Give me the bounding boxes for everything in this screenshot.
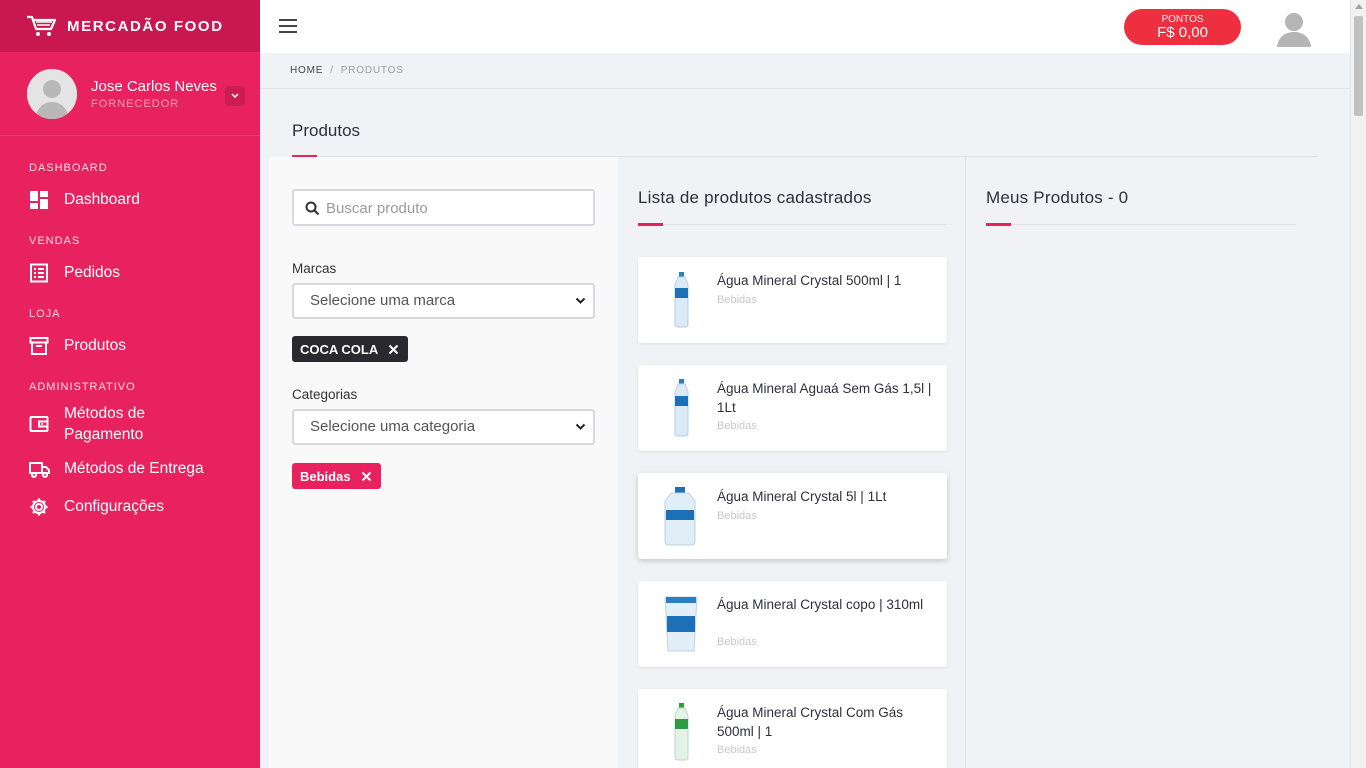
product-card[interactable]: Água Mineral Crystal copo | 310ml Bebida… xyxy=(638,581,947,667)
user-role: FORNECEDOR xyxy=(91,97,180,110)
top-bar: PONTOS F$ 0,00 xyxy=(260,0,1350,53)
orders-icon xyxy=(30,263,48,283)
brand-logo[interactable]: MERCADÃO FOOD xyxy=(0,0,260,52)
brand-filter-chip: COCA COLA xyxy=(292,336,409,362)
chevron-down-icon xyxy=(231,93,239,99)
sidebar: MERCADÃO FOOD Jose Carlos Neves FORNECED… xyxy=(0,0,260,768)
close-icon[interactable] xyxy=(361,471,372,482)
points-label: PONTOS xyxy=(1161,14,1204,25)
product-name: Água Mineral Crystal 5l | 1Lt xyxy=(717,489,887,504)
section-accent xyxy=(638,223,663,226)
sidebar-item-label: Métodos de Entrega xyxy=(64,460,204,477)
filter-panel: Marcas Selecione uma marca COCA COLA Cat… xyxy=(269,157,618,768)
user-name: Jose Carlos Neves xyxy=(91,77,217,95)
dashboard-icon xyxy=(30,191,48,209)
product-card[interactable]: Água Mineral Aguaá Sem Gás 1,5l | 1Lt Be… xyxy=(638,365,947,451)
water-bottle-image xyxy=(674,379,689,437)
sidebar-item-configuracoes[interactable]: Configurações xyxy=(0,488,260,526)
box-icon xyxy=(29,337,49,355)
wallet-icon xyxy=(29,416,49,432)
my-products-title: Meus Produtos - 0 xyxy=(986,188,1129,207)
water-cup-image xyxy=(664,596,698,652)
product-category: Bebidas xyxy=(717,294,757,306)
close-icon[interactable] xyxy=(388,344,399,355)
water-gallon-image xyxy=(664,487,696,546)
user-avatar-icon[interactable] xyxy=(1276,9,1312,47)
breadcrumb-separator: / xyxy=(330,65,334,76)
sidebar-item-produtos[interactable]: Produtos xyxy=(0,322,260,370)
product-list-title: Lista de produtos cadastrados xyxy=(638,188,872,207)
breadcrumb: HOME / PRODUTOS xyxy=(260,53,1350,89)
chevron-down-icon xyxy=(575,423,586,430)
category-select[interactable]: Selecione uma categoria xyxy=(292,409,595,445)
scroll-up-arrow-icon[interactable] xyxy=(1355,4,1363,9)
points-balance-button[interactable]: PONTOS F$ 0,00 xyxy=(1124,9,1241,45)
water-bottle-image xyxy=(674,703,689,761)
user-avatar-icon xyxy=(27,68,77,119)
brand-name: MERCADÃO FOOD xyxy=(67,17,224,35)
sidebar-item-label: Produtos xyxy=(64,337,127,354)
categories-label: Categorias xyxy=(292,387,358,402)
category-select-value: Selecione uma categoria xyxy=(310,418,476,435)
page-scrollbar[interactable] xyxy=(1350,0,1366,768)
brands-label: Marcas xyxy=(292,261,337,276)
page-title: Produtos xyxy=(292,121,361,140)
search-box xyxy=(292,189,595,226)
sidebar-item-metodos-entrega[interactable]: Métodos de Entrega xyxy=(0,450,260,488)
sidebar-item-pedidos[interactable]: Pedidos xyxy=(0,249,260,297)
user-profile: Jose Carlos Neves FORNECEDOR xyxy=(0,52,260,136)
product-category: Bebidas xyxy=(717,744,757,756)
avatar[interactable] xyxy=(27,68,77,119)
points-value: F$ 0,00 xyxy=(1157,24,1208,41)
product-card[interactable]: Água Mineral Crystal 5l | 1Lt Bebidas xyxy=(638,473,947,559)
sidebar-item-metodos-pagamento[interactable]: Métodos de Pagamento xyxy=(0,398,260,450)
brand-select-value: Selecione uma marca xyxy=(310,292,456,309)
category-chip-label: Bebidas xyxy=(300,468,351,484)
section-accent xyxy=(986,223,1011,226)
water-bottle-image xyxy=(674,272,689,328)
scrollbar-thumb[interactable] xyxy=(1354,16,1363,116)
section-divider xyxy=(638,224,947,225)
user-menu-toggle[interactable] xyxy=(225,86,245,106)
sidebar-item-label: Configurações xyxy=(64,498,164,515)
search-input[interactable] xyxy=(326,197,586,219)
product-category: Bebidas xyxy=(717,510,757,522)
brand-chip-label: COCA COLA xyxy=(300,341,379,357)
product-name: Água Mineral Crystal copo | 310ml xyxy=(717,597,924,612)
brand-select[interactable]: Selecione uma marca xyxy=(292,283,595,319)
product-category: Bebidas xyxy=(717,420,757,432)
breadcrumb-current: PRODUTOS xyxy=(340,65,404,76)
sidebar-item-label: Dashboard xyxy=(64,191,140,208)
product-name: Água Mineral Crystal 500ml | 1 xyxy=(717,273,902,288)
product-card[interactable]: Água Mineral Crystal Com Gás 500ml | 1 B… xyxy=(638,689,947,768)
chevron-down-icon xyxy=(575,297,586,304)
section-divider xyxy=(986,224,1296,225)
sidebar-item-dashboard[interactable]: Dashboard xyxy=(0,176,260,224)
search-icon xyxy=(305,201,320,216)
product-category: Bebidas xyxy=(717,636,757,648)
sidebar-item-label: Métodos de Pagamento xyxy=(64,405,145,443)
product-name: Água Mineral Aguaá Sem Gás 1,5l | 1Lt xyxy=(717,381,932,415)
product-list-panel: Lista de produtos cadastrados Água Miner… xyxy=(618,157,966,768)
shopping-cart-icon xyxy=(27,15,57,36)
nav-section-administrativo: ADMINISTRATIVO xyxy=(29,381,136,393)
sidebar-item-label: Pedidos xyxy=(64,264,121,281)
product-card[interactable]: Água Mineral Crystal 500ml | 1 Bebidas xyxy=(638,257,947,343)
truck-icon xyxy=(29,462,50,478)
breadcrumb-home[interactable]: HOME xyxy=(290,65,323,76)
hamburger-menu-icon[interactable] xyxy=(279,19,297,34)
product-name: Água Mineral Crystal Com Gás 500ml | 1 xyxy=(717,705,904,739)
category-filter-chip: Bebidas xyxy=(292,463,381,489)
sidebar-nav: DASHBOARD Dashboard VENDAS Pedidos LOJA … xyxy=(0,136,260,526)
gear-icon xyxy=(30,498,48,516)
